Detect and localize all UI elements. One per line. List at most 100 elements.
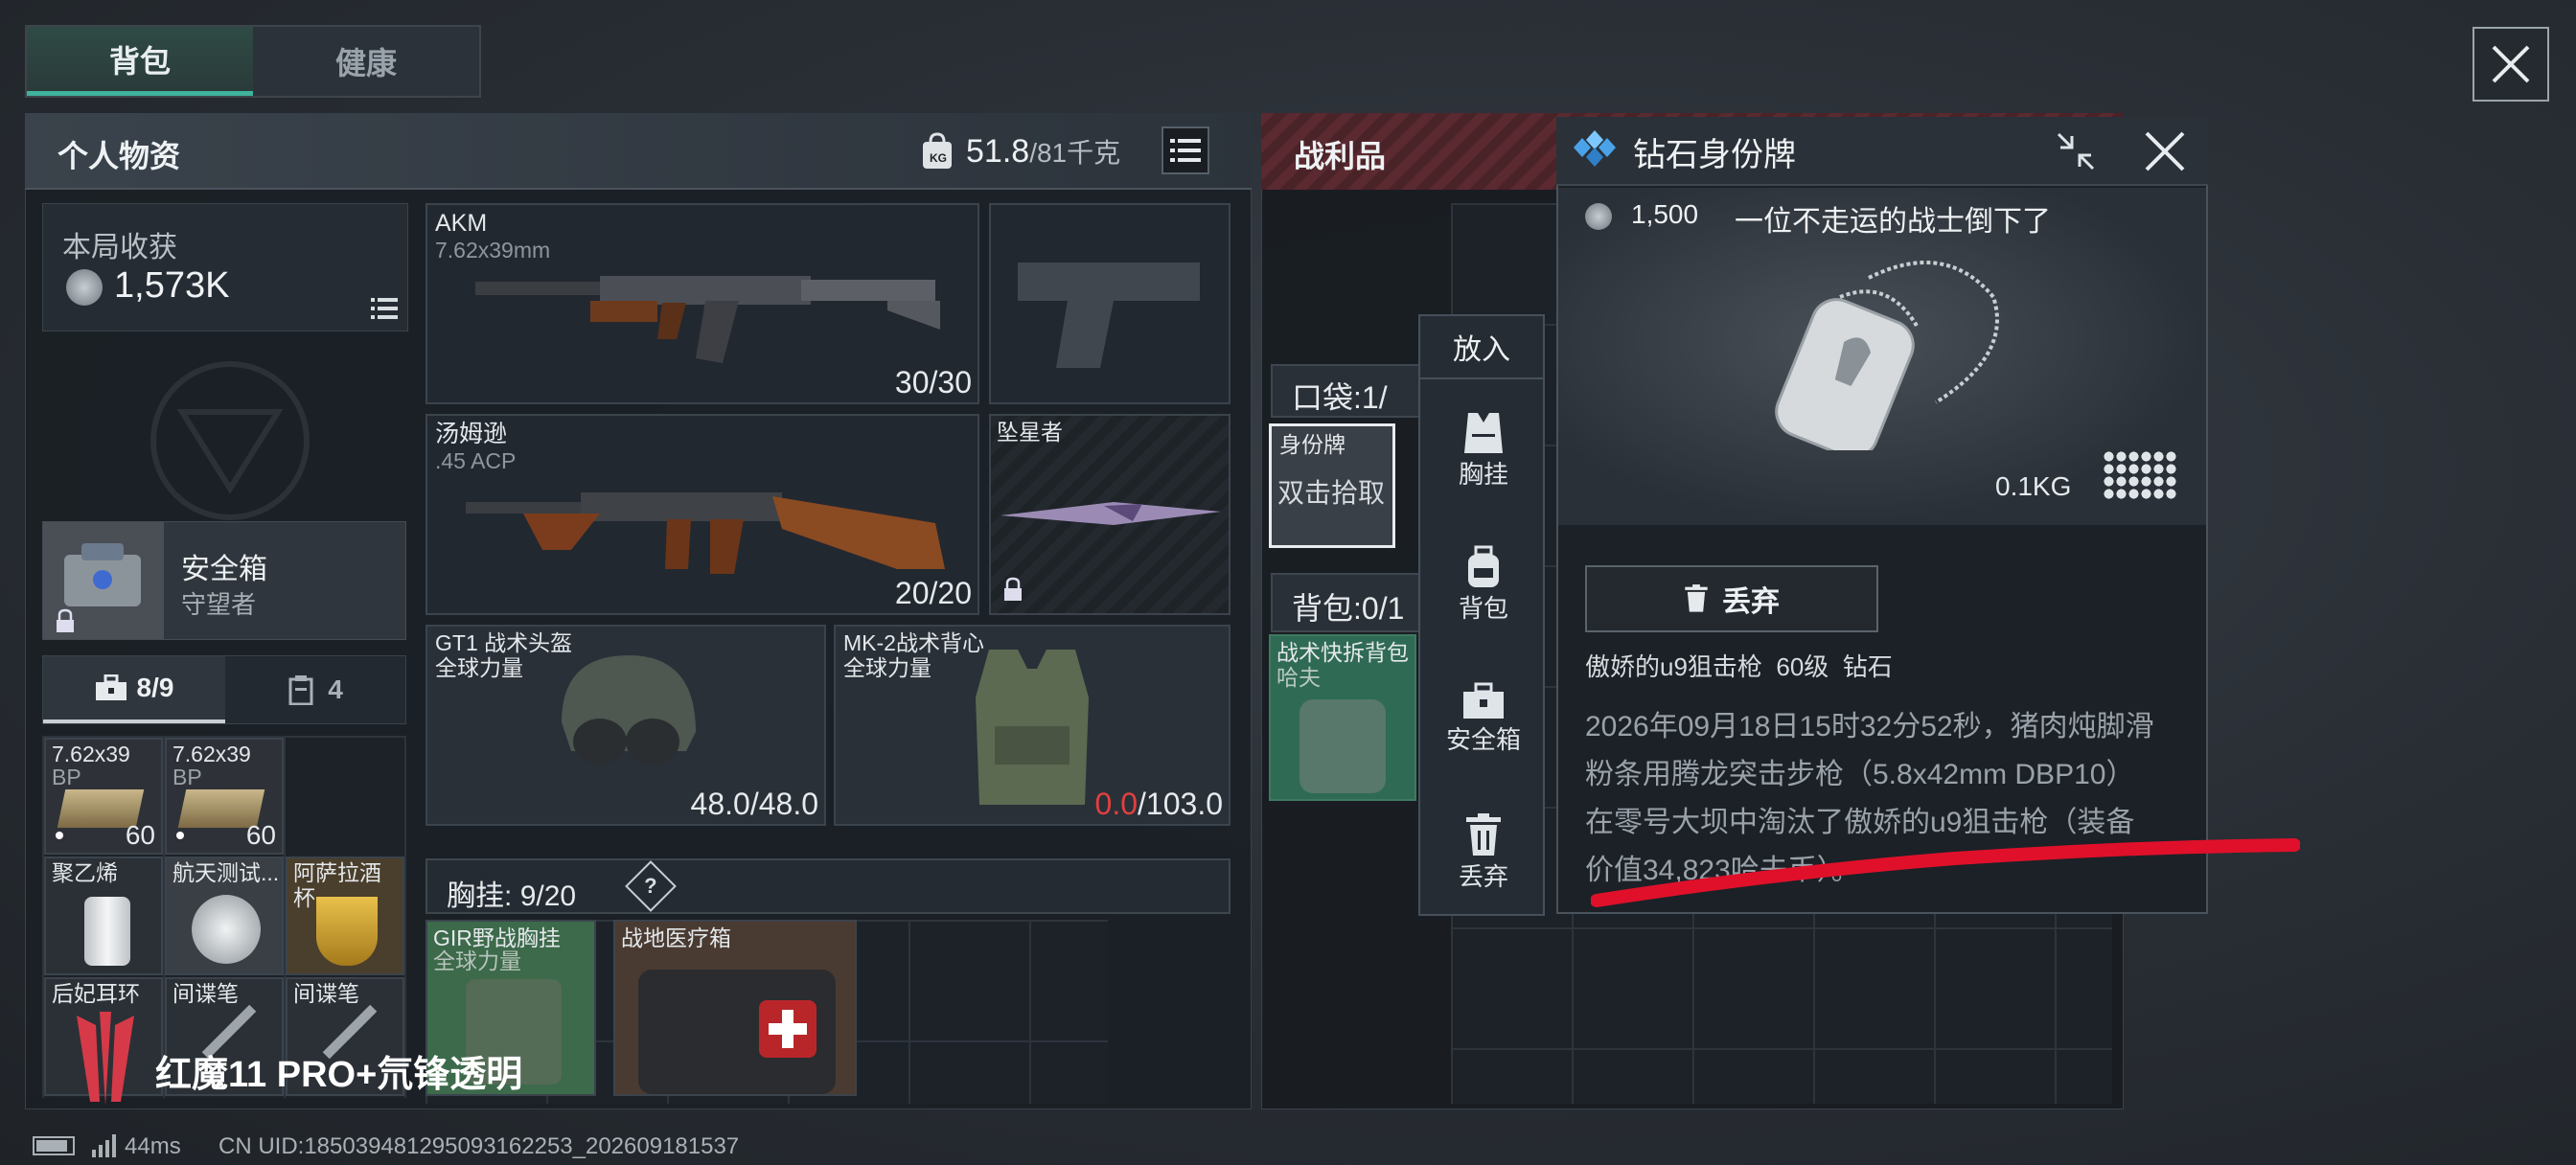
help-mark: ?: [644, 873, 657, 898]
lock-icon: [1004, 577, 1022, 601]
ammo-slot[interactable]: 7.62x39 BP 60: [44, 738, 163, 855]
list-view-button[interactable]: [1162, 126, 1209, 174]
weapon-name: 汤姆逊: [435, 421, 508, 447]
detail-close-button[interactable]: [2133, 123, 2196, 180]
weapon-slot-secondary[interactable]: 汤姆逊 .45 ACP 20/20: [426, 414, 979, 615]
rig-slot[interactable]: 战地医疗箱: [613, 920, 857, 1096]
close-icon: [2492, 45, 2530, 83]
armor-slot[interactable]: MK-2战术背心 全球力量 0.0/103.0: [834, 625, 1230, 826]
armor-durability-max: /103.0: [1138, 787, 1223, 821]
item-slot[interactable]: 航天测试...: [165, 857, 284, 975]
tag-slot-label: 身份牌: [1279, 432, 1346, 457]
weapon-name: 坠星者: [997, 420, 1063, 445]
action-menu-header: 放入: [1420, 316, 1543, 379]
melee-slot[interactable]: 坠星者: [989, 414, 1230, 615]
action-menu: 放入 胸挂 背包 安全箱 丢弃: [1418, 314, 1545, 916]
backpack-icon: [1468, 545, 1499, 587]
item-size-grid-icon: [2103, 450, 2177, 500]
trash-icon: [1466, 812, 1501, 856]
weight-display: 51.8/81千克: [966, 132, 1120, 171]
red-cross-icon: [759, 1000, 816, 1058]
minimize-button[interactable]: [2047, 123, 2104, 180]
item-price: 1,500: [1631, 199, 1699, 229]
weapon-ammo: 20/20: [894, 576, 972, 610]
item-name: 间谍笔: [293, 981, 359, 1006]
lock-icon: [55, 608, 76, 638]
diamond-rank-icon: [1570, 130, 1620, 173]
helmet-slot[interactable]: GT1 战术头盔 全球力量 48.0/48.0: [426, 625, 826, 826]
toolbox-icon: [1463, 682, 1504, 719]
item-name: 聚乙烯: [52, 860, 118, 885]
safebox-slot[interactable]: 安全箱 守望者: [42, 521, 406, 640]
brand-logo-icon: [67, 1006, 144, 1111]
id-tag-slot[interactable]: 身份牌 双击拾取: [1269, 423, 1395, 548]
loot-backpack-label-text: 背包:: [1292, 591, 1362, 626]
action-chest-rig[interactable]: 胸挂: [1420, 393, 1547, 508]
weight-value: 51.8: [966, 133, 1030, 170]
faction-emblem: [96, 354, 364, 527]
personal-title: 个人物资: [58, 139, 181, 173]
list-icon: [1170, 139, 1201, 162]
weapon-slot-pistol[interactable]: [989, 203, 1230, 404]
pocket-count: 1/: [1361, 380, 1388, 415]
tab-case[interactable]: 4: [225, 656, 405, 723]
akm-image: [475, 276, 940, 363]
vest-icon: [1464, 412, 1503, 453]
toolbox-icon: [95, 674, 126, 700]
item-weight: 0.1KG: [1995, 471, 2072, 501]
tag-slot-action: 双击拾取: [1277, 478, 1386, 508]
owner-line: 傲娇的u9狙击枪 60级 钻石: [1585, 652, 1893, 681]
chest-rig-label: 胸挂: 9/20: [447, 880, 577, 912]
item-slot[interactable]: 阿萨拉酒杯: [286, 857, 404, 975]
safebox-sub: 守望者: [181, 590, 257, 619]
vest-image: [976, 650, 1089, 805]
item-flavor-text: 一位不走运的战士倒下了: [1735, 206, 2051, 238]
tab-backpack[interactable]: 背包: [27, 27, 253, 96]
loot-bag-name: 战术快拆背包: [1276, 640, 1409, 665]
earnings-box: 本局收获 1,573K: [42, 203, 408, 331]
ammo-count: 60: [125, 820, 155, 850]
trash-icon: [1685, 584, 1708, 612]
item-image: [84, 897, 130, 966]
help-icon[interactable]: ?: [625, 860, 677, 912]
loot-backpack-label: 背包:0/1: [1292, 584, 1404, 628]
ammo-name: 7.62x39: [172, 742, 251, 766]
action-discard[interactable]: 丢弃: [1420, 795, 1547, 910]
tab-health[interactable]: 健康: [253, 27, 479, 96]
container-tabs: 8/9 4: [42, 655, 406, 724]
loot-backpack-header: 背包:0/1: [1271, 573, 1439, 632]
tab-safebox-grid[interactable]: 8/9: [43, 656, 225, 723]
item-image: [192, 895, 261, 964]
ammo-sub: BP: [172, 765, 202, 789]
coin-icon: [66, 269, 103, 306]
helmet-maker: 全球力量: [435, 655, 523, 680]
action-safebox[interactable]: 安全箱: [1420, 661, 1547, 776]
loot-backpack-slot[interactable]: 战术快拆背包 哈夫: [1269, 634, 1416, 801]
weapon-ammo: 30/30: [894, 365, 972, 400]
item-slot[interactable]: 聚乙烯: [44, 857, 163, 975]
discard-button[interactable]: 丢弃: [1585, 565, 1878, 632]
ammo-slot[interactable]: 7.62x39 BP 60: [165, 738, 284, 855]
action-backpack[interactable]: 背包: [1420, 527, 1547, 642]
ammo-count: 60: [245, 820, 276, 850]
collapse-icon: [2057, 132, 2095, 171]
weapon-slot-primary[interactable]: AKM 7.62x39mm 30/30: [426, 203, 979, 404]
knife-image: [1000, 502, 1221, 525]
case-count: 4: [328, 674, 343, 704]
safebox-name: 安全箱: [181, 554, 267, 585]
close-icon: [2145, 131, 2185, 171]
loot-title: 战利品: [1294, 139, 1387, 173]
earnings-value: 1,573K: [114, 265, 230, 306]
armor-durability: 0.0/103.0: [1095, 787, 1223, 822]
top-tab-bar: 背包 健康: [25, 25, 481, 98]
item-name: 后妃耳环: [52, 981, 140, 1006]
battery-icon: [33, 1136, 75, 1155]
close-button[interactable]: [2472, 27, 2549, 102]
case-icon: [288, 675, 313, 705]
ammo-sub: BP: [52, 765, 81, 789]
armor-maker: 全球力量: [843, 655, 932, 680]
earnings-label: 本局收获: [62, 232, 177, 263]
coin-icon: [1585, 203, 1612, 230]
safebox-count: 8/9: [136, 673, 174, 702]
earnings-list-icon[interactable]: [371, 298, 398, 324]
